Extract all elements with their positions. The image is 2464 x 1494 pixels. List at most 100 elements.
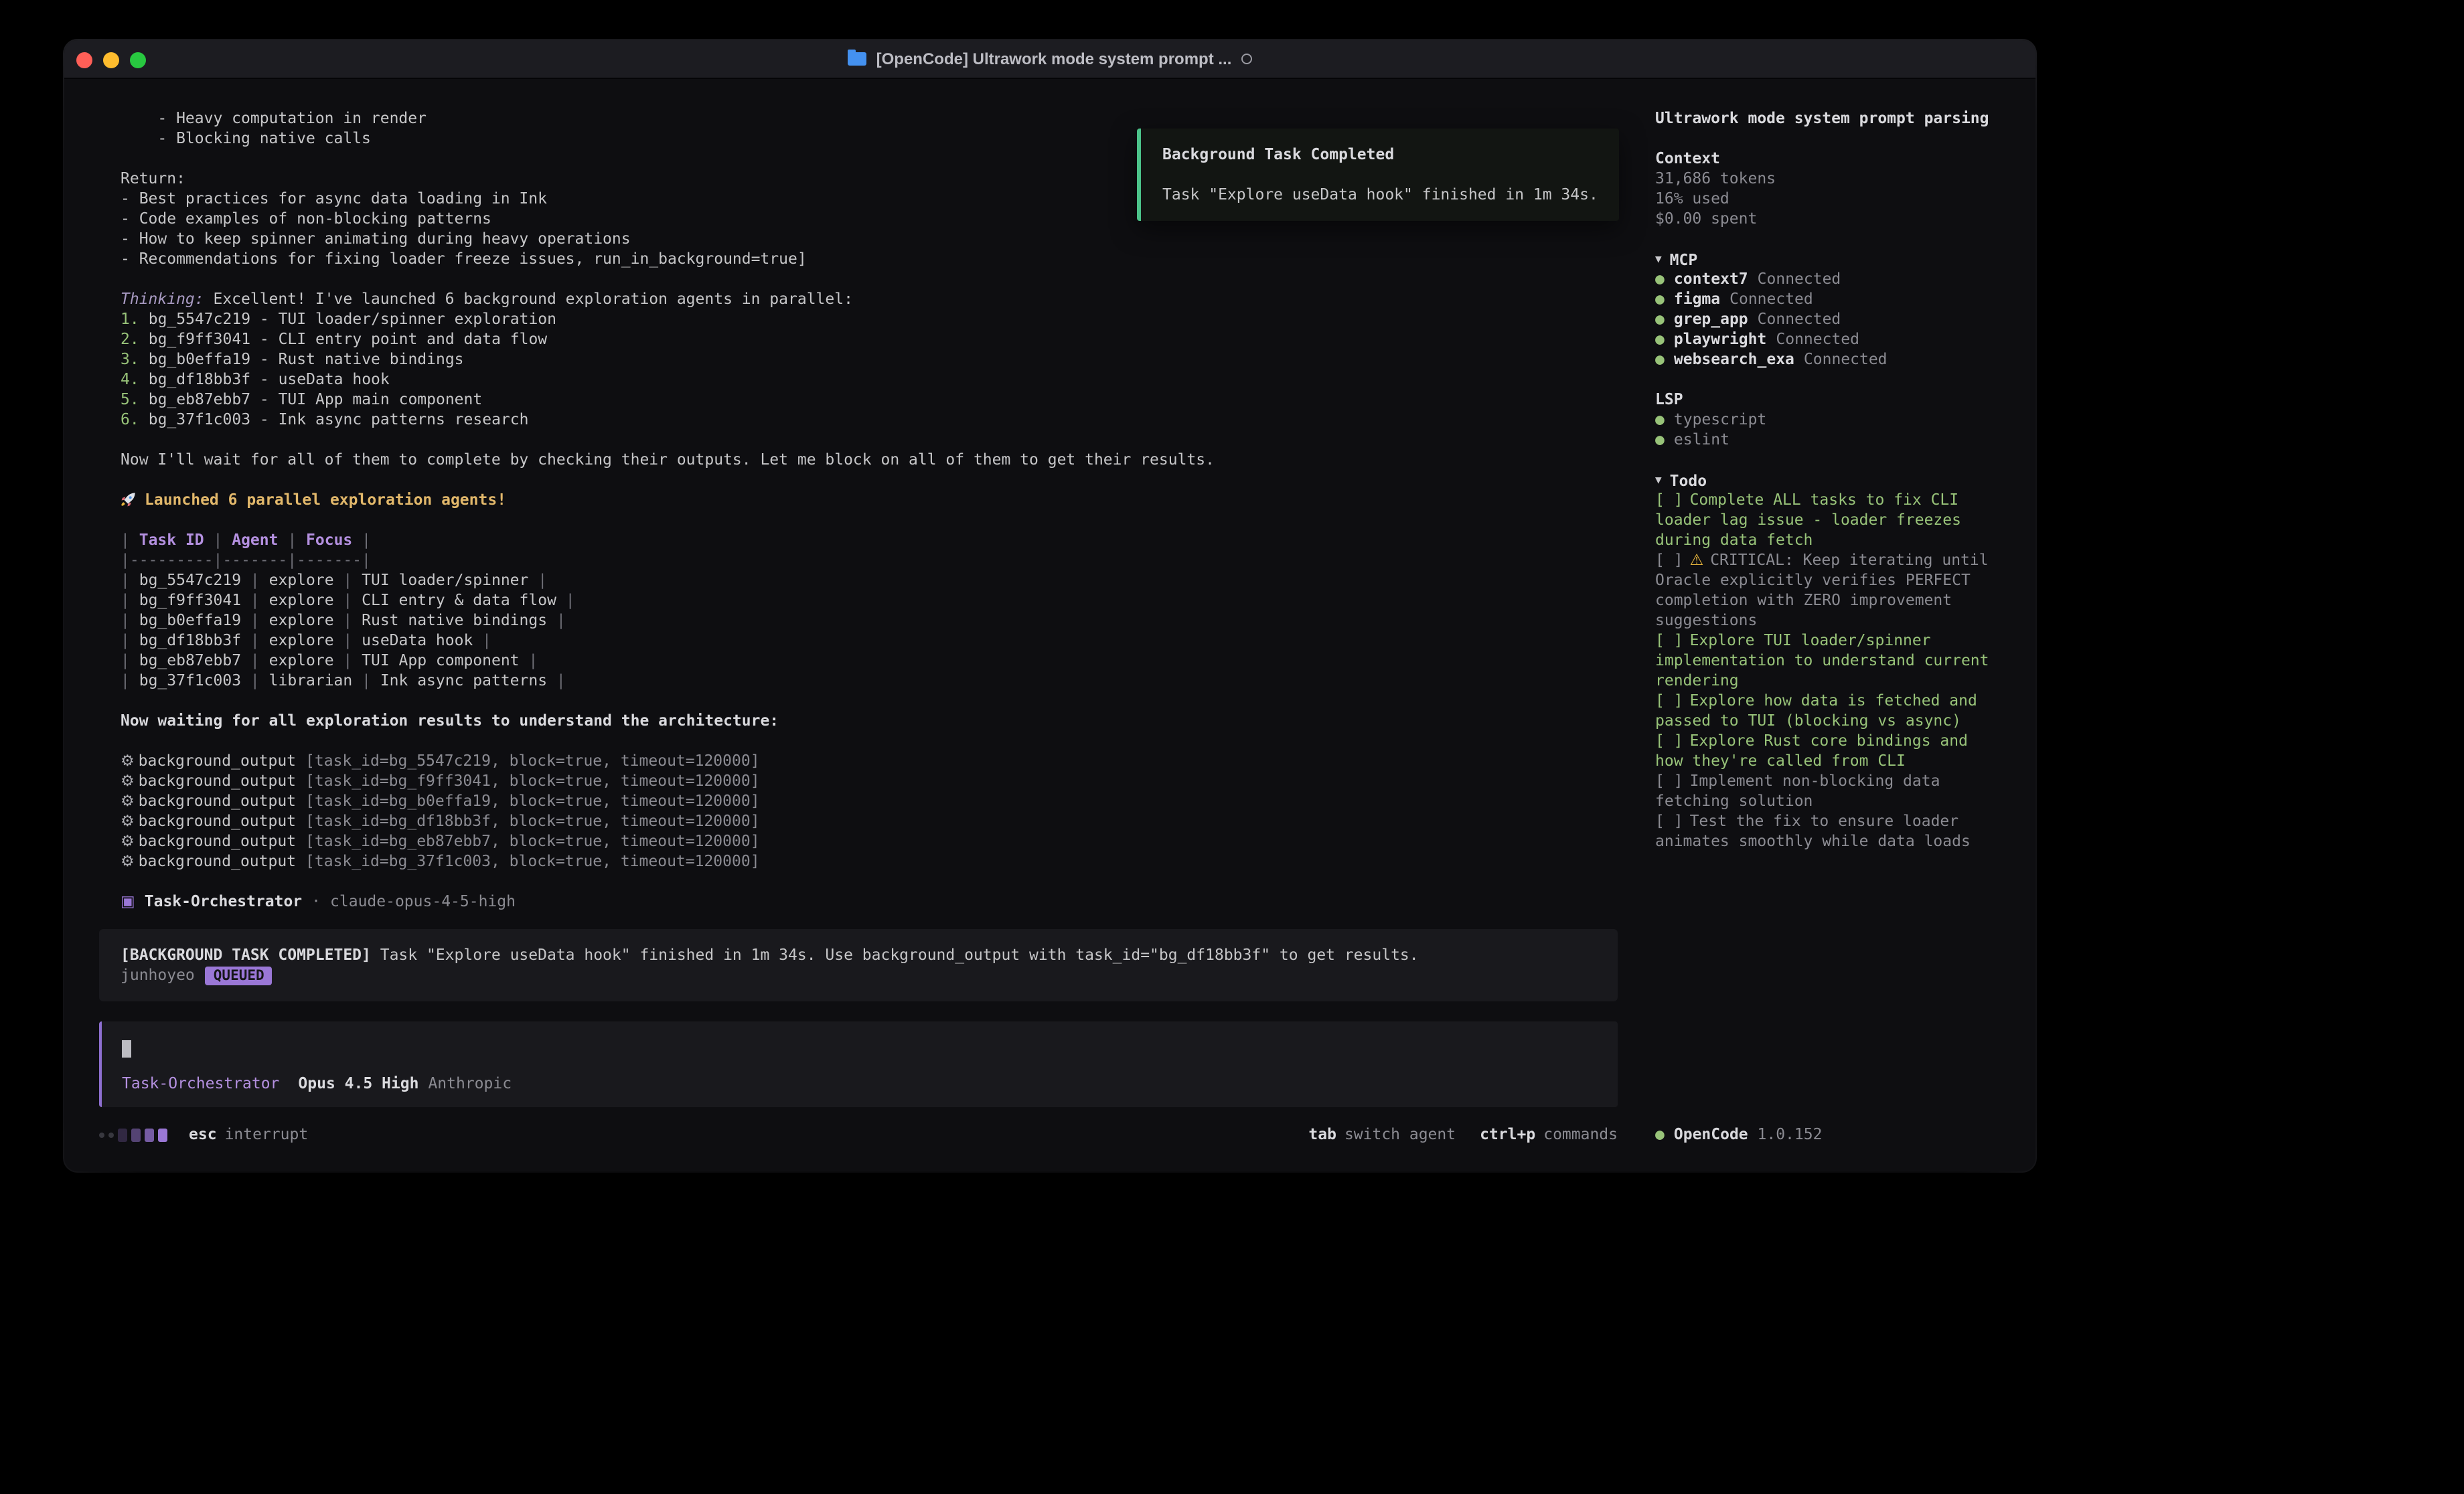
tool-params: [task_id=bg_f9ff3041, block=true, timeou…	[305, 771, 760, 790]
esc-key-hint: esc	[189, 1125, 217, 1145]
close-button[interactable]	[76, 52, 92, 68]
todo-checkbox: [ ]	[1655, 771, 1683, 790]
mcp-header[interactable]: MCP	[1655, 249, 2017, 269]
mcp-item: grep_appConnected	[1655, 309, 2017, 329]
table-pipe: |	[121, 651, 139, 669]
table-pipe: |	[121, 590, 139, 609]
table-pipe: |	[352, 671, 380, 689]
table-pipe: |	[121, 530, 139, 549]
table-pipe: |	[241, 651, 269, 669]
toast-notification[interactable]: Background Task Completed Task "Explore …	[1137, 129, 1619, 221]
context-line: 16% used	[1655, 189, 2017, 209]
table-row: | bg_f9ff3041 | explore | CLI entry & da…	[121, 590, 1618, 610]
message-author: junhoyeo	[121, 965, 195, 984]
mcp-item: context7Connected	[1655, 269, 2017, 289]
warning-icon	[1690, 550, 1711, 569]
chevron-down-icon	[1655, 249, 1662, 270]
separator-dot-icon: ·	[311, 892, 321, 910]
gear-icon	[121, 771, 139, 790]
agent-list-item: 4.bg_df18bb3f - useData hook	[121, 369, 1618, 390]
agent-list-item: 5. bg_eb87ebb7 - TUI App main component	[121, 390, 1618, 410]
agent-launch-list: 1.bg_5547c219 - TUI loader/spinner explo…	[121, 309, 1618, 430]
activity-throbber	[99, 1128, 167, 1141]
table-pipe: |	[528, 570, 547, 589]
lsp-header: LSP	[1655, 390, 2017, 410]
agent-list-text: bg_eb87ebb7 - TUI App main component	[149, 390, 483, 408]
todo-item: [ ]Explore TUI loader/spinner implementa…	[1655, 631, 2003, 691]
agent-cell: explore	[269, 610, 334, 629]
prompt-input[interactable]: Task-OrchestratorOpus 4.5 HighAnthropic	[99, 1021, 1618, 1107]
thinking-label: Thinking:	[121, 289, 204, 308]
message-meta-line: junhoyeoQUEUED	[121, 965, 1596, 985]
agent-icon	[121, 892, 145, 910]
return-item: - How to keep spinner animating during h…	[121, 229, 1618, 249]
completed-label: [BACKGROUND TASK COMPLETED]	[121, 945, 371, 964]
table-pipe: |	[473, 631, 491, 649]
task-id-cell: bg_f9ff3041	[139, 590, 241, 609]
status-dot-icon	[1655, 289, 1674, 309]
table-row: | bg_37f1c003 | librarian | Ink async pa…	[121, 671, 1618, 691]
mcp-item: figmaConnected	[1655, 289, 2017, 309]
status-dot-icon	[1655, 269, 1674, 289]
todo-header[interactable]: Todo	[1655, 470, 2017, 490]
tool-name: background_output	[139, 851, 296, 870]
agent-list-item: 6.bg_37f1c003 - Ink async patterns resea…	[121, 410, 1618, 430]
terminal-window: [OpenCode] Ultrawork mode system prompt …	[64, 40, 2035, 1171]
status-dot-icon	[1655, 1125, 1674, 1145]
agent-cell: explore	[269, 590, 334, 609]
minimize-button[interactable]	[103, 52, 119, 68]
session-title: Ultrawork mode system prompt parsing	[1655, 108, 2017, 129]
todo-text: Complete ALL tasks to fix CLI loader lag…	[1655, 490, 1961, 549]
todo-text: Explore how data is fetched and passed t…	[1655, 691, 1977, 730]
table-header-task-id: Task ID	[139, 530, 204, 549]
tool-params: [task_id=bg_eb87ebb7, block=true, timeou…	[305, 831, 760, 850]
table-header-focus: Focus	[306, 530, 352, 549]
mcp-items: context7ConnectedfigmaConnectedgrep_appC…	[1655, 269, 2017, 369]
agent-list-text: bg_f9ff3041 - CLI entry point and data f…	[149, 329, 547, 348]
agent-name: Task-Orchestrator	[145, 892, 302, 910]
zoom-button[interactable]	[130, 52, 146, 68]
list-number: 3.	[121, 349, 139, 368]
agent-model: claude-opus-4-5-high	[330, 892, 516, 910]
esc-key-label: interrupt	[225, 1125, 309, 1145]
traffic-lights	[76, 40, 146, 79]
gear-icon	[121, 831, 139, 850]
completed-message-line: [BACKGROUND TASK COMPLETED] Task "Explor…	[121, 945, 1596, 965]
table-pipe: |	[334, 651, 362, 669]
status-bar-right: tabswitch agent ctrl+pcommands	[1308, 1125, 1618, 1145]
screen: [OpenCode] Ultrawork mode system prompt …	[0, 0, 2464, 1494]
table-pipe: |	[352, 530, 371, 549]
input-provider-name: Anthropic	[428, 1074, 512, 1092]
tool-call-line: background_output[task_id=bg_df18bb3f, b…	[121, 811, 1618, 831]
context-header: Context	[1655, 149, 2017, 169]
mcp-section: MCP context7ConnectedfigmaConnectedgrep_…	[1655, 249, 2017, 369]
gear-icon	[121, 751, 139, 770]
table-pipe: |	[241, 570, 269, 589]
mcp-server-status: Connected	[1804, 349, 1888, 368]
mcp-server-name: figma	[1674, 289, 1720, 308]
agent-cell: librarian	[269, 671, 353, 689]
context-line: 31,686 tokens	[1655, 169, 2017, 189]
todo-text: Implement non-blocking data fetching sol…	[1655, 771, 1940, 810]
table-pipe: |	[241, 590, 269, 609]
conversation-pane: - Heavy computation in render - Blocking…	[64, 79, 1636, 1171]
toast-title: Background Task Completed	[1162, 145, 1603, 165]
mcp-server-status: Connected	[1776, 329, 1859, 348]
context-lines: 31,686 tokens16% used$0.00 spent	[1655, 169, 2017, 229]
ctrlp-key-hint: ctrl+p	[1480, 1125, 1535, 1143]
task-id-cell: bg_5547c219	[139, 570, 241, 589]
tool-name: background_output	[139, 831, 296, 850]
todo-section: Todo [ ] Complete ALL tasks to fix CLI lo…	[1655, 470, 2017, 851]
status-dot-icon	[1655, 410, 1674, 430]
tab-hint: tabswitch agent	[1308, 1125, 1456, 1145]
focus-cell: useData hook	[362, 631, 473, 649]
agent-cell: explore	[269, 631, 334, 649]
table-pipe: |	[334, 631, 362, 649]
todo-item: [ ]Explore Rust core bindings and how th…	[1655, 731, 2003, 771]
agent-cell: explore	[269, 570, 334, 589]
todo-text: Explore TUI loader/spinner implementatio…	[1655, 631, 1989, 689]
list-number: 5.	[121, 390, 139, 408]
todo-checkbox: [ ]	[1655, 631, 1683, 649]
focus-cell: TUI loader/spinner	[362, 570, 528, 589]
gear-icon	[121, 791, 139, 810]
